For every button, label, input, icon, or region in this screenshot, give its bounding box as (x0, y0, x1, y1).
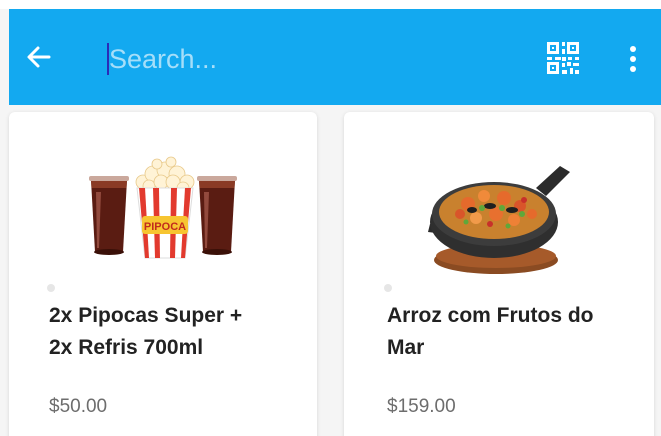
popcorn-and-sodas-image: PIPOCA (89, 156, 237, 259)
text-cursor (107, 43, 109, 75)
back-button[interactable] (19, 37, 59, 77)
search-field[interactable] (107, 39, 527, 79)
indicator-dot (47, 284, 55, 292)
more-options-button[interactable] (617, 39, 649, 79)
product-list-screen: PIPOCA 2x Pipocas Super + 2x Refris 700m… (0, 0, 661, 436)
more-vertical-icon (630, 46, 636, 72)
product-name-line-1: 2x Pipocas Super + (49, 304, 243, 327)
product-name: 2x Pipocas Super + 2x Refris 700ml (49, 300, 299, 364)
product-name-line-1: Arroz com Frutos do (387, 304, 594, 327)
popcorn-bucket-label: PIPOCA (144, 221, 186, 233)
arrow-left-icon (27, 46, 51, 68)
product-card-popcorn-combo[interactable]: PIPOCA 2x Pipocas Super + 2x Refris 700m… (9, 112, 317, 436)
product-name: Arroz com Frutos do Mar (387, 300, 637, 364)
app-bar (9, 9, 661, 105)
product-name-line-2: Mar (387, 336, 425, 359)
product-price: $50.00 (49, 396, 108, 417)
product-price: $159.00 (387, 396, 456, 417)
product-card-seafood-rice[interactable]: Arroz com Frutos do Mar $159.00 (344, 112, 654, 436)
qr-code-scan-icon (547, 42, 579, 74)
indicator-dot (384, 284, 392, 292)
seafood-rice-pan-image (428, 166, 570, 274)
status-strip (0, 0, 661, 9)
search-input[interactable] (107, 39, 527, 79)
qr-scan-button[interactable] (545, 40, 581, 76)
product-name-line-2: 2x Refris 700ml (49, 336, 204, 359)
